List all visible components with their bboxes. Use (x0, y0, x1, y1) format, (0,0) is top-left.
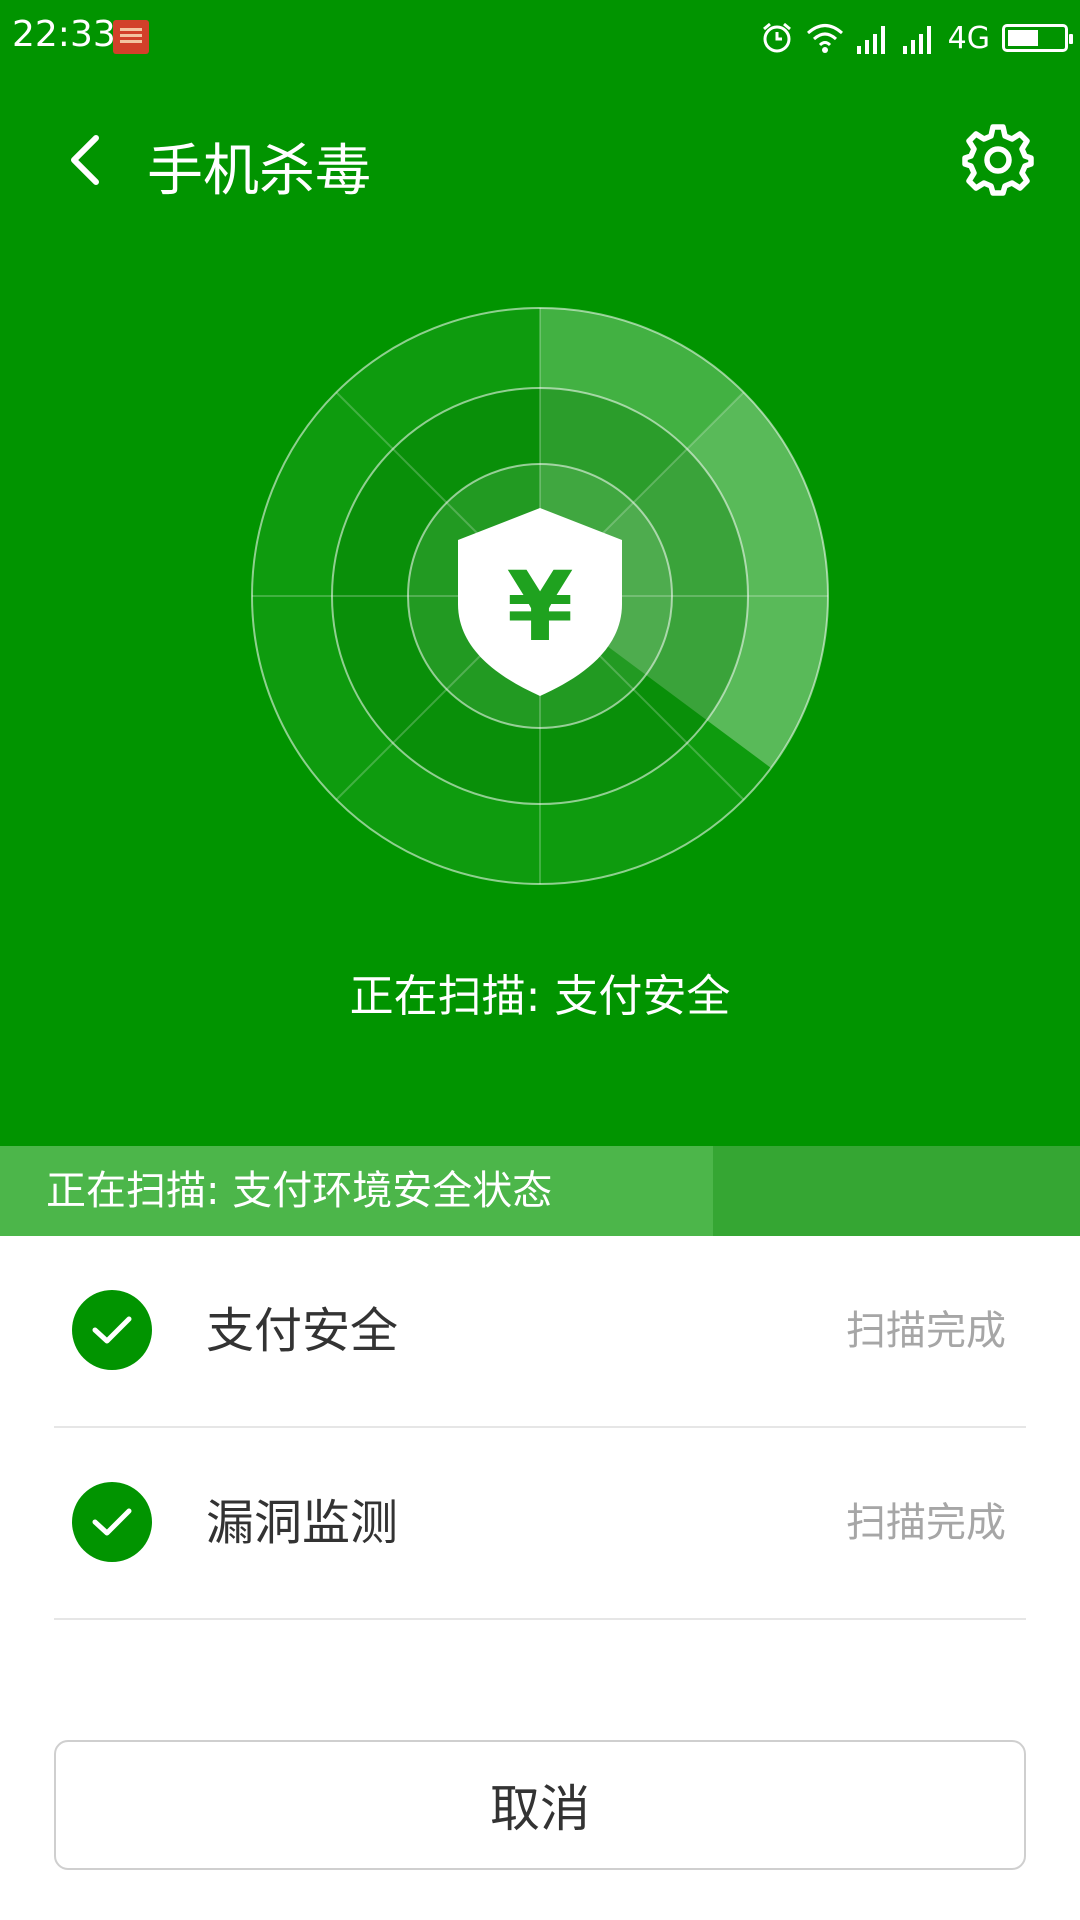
scan-item-status: 扫描完成 (846, 1308, 1006, 1354)
signal-icon (856, 18, 890, 58)
scan-item-status: 扫描完成 (846, 1500, 1006, 1546)
scan-item-list: 支付安全 扫描完成 漏洞监测 扫描完成 (54, 1236, 1026, 1620)
battery-level (1008, 30, 1038, 46)
scan-progress-bar: 正在扫描: 支付环境安全状态 (0, 1146, 1080, 1236)
scan-item-payment-security: 支付安全 扫描完成 (54, 1236, 1026, 1428)
scan-item-vulnerability-monitor: 漏洞监测 扫描完成 (54, 1428, 1026, 1620)
signal-icon (902, 18, 936, 58)
svg-text:¥: ¥ (507, 551, 574, 663)
chevron-left-icon (71, 135, 99, 185)
scan-status-label: 正在扫描: 支付安全 (349, 971, 731, 1022)
check-circle-icon (72, 1482, 152, 1562)
battery-icon (1002, 24, 1073, 52)
check-circle-icon (72, 1290, 152, 1370)
gear-icon (962, 124, 1034, 196)
progress-text: 正在扫描: 支付环境安全状态 (46, 1168, 553, 1214)
settings-button[interactable] (956, 118, 1040, 202)
status-bar: 22:33 4G (0, 0, 1080, 80)
cancel-button[interactable]: 取消 (54, 1740, 1026, 1870)
scan-item-label: 漏洞监测 (206, 1495, 399, 1551)
alarm-icon (760, 18, 794, 58)
back-button[interactable] (55, 128, 115, 192)
notification-app-icon (113, 20, 149, 54)
app-bar: 手机杀毒 (0, 100, 1080, 220)
wifi-icon (806, 18, 844, 58)
radar-scanner: ¥ (251, 307, 829, 885)
scan-item-label: 支付安全 (206, 1303, 399, 1359)
status-time: 22:33 (12, 14, 116, 55)
page-title: 手机杀毒 (147, 139, 371, 204)
status-icons: 4G (760, 16, 1073, 60)
network-type: 4G (947, 20, 990, 56)
